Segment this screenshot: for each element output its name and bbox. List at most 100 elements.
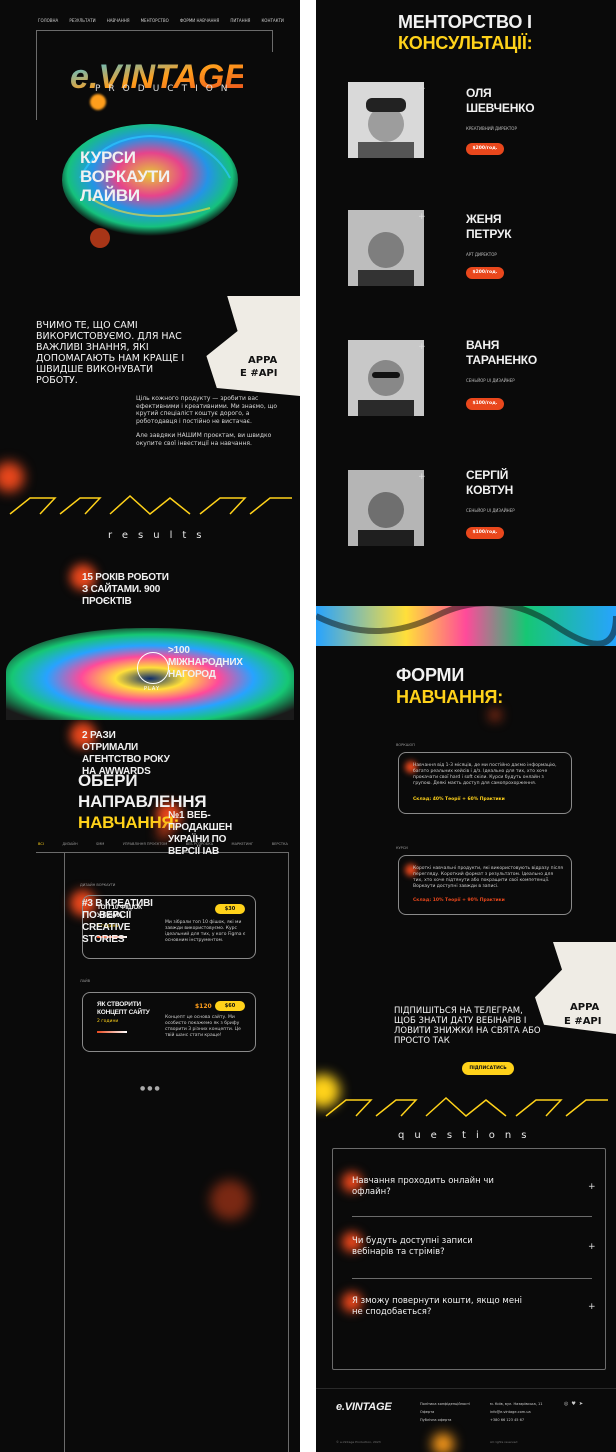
learning-form-card: Навчання від 1-3 місяців, де ми постійно… xyxy=(398,752,572,814)
result-stat-text: 15 РОКІВ РОБОТИ З САЙТАМИ. 900 ПРОЄКТІВ xyxy=(82,572,169,607)
course-group-label: ЛАЙВ xyxy=(80,979,91,983)
course-description: Концепт це основа сайту. Ми особисто пок… xyxy=(165,1015,241,1038)
mentor-price-button[interactable]: $200/год. xyxy=(466,143,504,155)
brand-tagline: PRODUCTION xyxy=(95,84,236,94)
mentor-name-line: КОВТУН xyxy=(466,483,514,497)
faq-divider xyxy=(352,1278,592,1279)
result-stat: 15 РОКІВ РОБОТИ З САЙТАМИ. 900 ПРОЄКТІВ xyxy=(70,564,172,608)
course-description: Ми зібрали топ 10 фішок, які ми завжди в… xyxy=(165,920,246,943)
mentor-avatar-icon xyxy=(348,470,424,546)
tab-all[interactable]: ВСІ xyxy=(38,842,44,846)
subscribe-text: ПІДПИШІТЬСЯ НА ТЕЛЕГРАМ, ЩОБ ЗНАТИ ДАТУ … xyxy=(394,1006,541,1046)
nav-item-forms[interactable]: ФОРМИ НАВЧАННЯ xyxy=(180,18,219,23)
hero-title-line: ВОРКАУТИ xyxy=(80,167,170,186)
mentor-name: СЕРГІЙ КОВТУН xyxy=(466,468,513,498)
courses-heading-line: НАПРАВЛЕННЯ xyxy=(78,792,207,811)
footer-contact[interactable]: info@e-vintage.com.ua xyxy=(490,1409,531,1415)
footer-copyright: © e-Vintage Production, 2023 xyxy=(336,1440,381,1444)
nav-item-courses[interactable]: НАВЧАННЯ xyxy=(107,18,130,23)
footer-link[interactable]: Оферта xyxy=(420,1409,434,1415)
footer-contact: м. Київ, вул. Назарівська, 11 xyxy=(490,1402,543,1406)
mentor-price-button[interactable]: $100/год. xyxy=(466,398,504,410)
hero-title-line: КУРСИ xyxy=(80,148,136,167)
course-card[interactable]: ЯК СТВОРИТИ КОНЦЕПТ САЙТУ $120 $60 2 год… xyxy=(82,992,256,1052)
landing-page-column-left: ГОЛОВНА РЕЗУЛЬТАТИ НАВЧАННЯ МЕНТОРСТВО Ф… xyxy=(0,0,300,1452)
mentor-name: ЖЕНЯ ПЕТРУК xyxy=(466,212,512,242)
mentor-name-line: СЕРГІЙ xyxy=(466,468,509,482)
tabs-frame-right xyxy=(288,852,289,1452)
mentor-photo xyxy=(348,340,424,416)
course-price-badge: $30 xyxy=(215,904,245,914)
faq-item[interactable]: Я зможу повернути кошти, якщо мені не сп… xyxy=(342,1292,522,1318)
script-lettering-graphic xyxy=(9,494,292,515)
course-old-price: $120 xyxy=(195,1003,212,1010)
about-paragraph: Але завдяки НАШИМ проєктам, ви швидко ок… xyxy=(136,432,272,447)
plus-icon: + xyxy=(418,342,426,352)
faq-question: Навчання проходить онлайн чи офлайн? xyxy=(352,1176,494,1197)
torn-paper-graphic xyxy=(206,296,300,396)
form-tag: ВОРКШОП xyxy=(396,743,415,747)
mentor-photo xyxy=(348,470,424,546)
tab-smm[interactable]: SMM xyxy=(96,842,104,846)
nav-item-contacts[interactable]: КОНТАКТИ xyxy=(261,18,283,23)
form-composition: Склад: 10% Теорії + 90% Практики xyxy=(413,898,505,903)
telegram-icon[interactable]: ➤ xyxy=(579,1401,586,1407)
mentor-price-button[interactable]: $100/год. xyxy=(466,527,504,539)
pagination-dots[interactable]: ●●● xyxy=(140,1085,162,1092)
result-stat-text: №1 ВЕБ-ПРОДАКШЕН УКРАЇНИ ПО ВЕРСІЇ IAB xyxy=(168,810,232,857)
landing-page-column-right: МЕНТОРСТВО І КОНСУЛЬТАЦІЇ: + ОЛЯ ШЕВЧЕНК… xyxy=(316,0,616,1452)
mentoring-heading-accent: КОНСУЛЬТАЦІЇ: xyxy=(398,33,533,53)
mentor-name: ВАНЯ ТАРАНЕНКО xyxy=(466,338,537,368)
faq-divider xyxy=(352,1216,592,1217)
mentor-photo xyxy=(348,210,424,286)
footer-contact[interactable]: +380 66 123 45 67 xyxy=(490,1417,524,1423)
decor-orb xyxy=(90,94,106,110)
torn-paper-text: APPA xyxy=(248,355,278,366)
script-lettering-graphic xyxy=(325,1096,608,1117)
twitter-icon[interactable]: ♥ xyxy=(571,1401,578,1407)
about-lead: ВЧИМО ТЕ, ЩО САМІ ВИКОРИСТОВУЄМО. ДЛЯ НА… xyxy=(36,320,185,386)
plus-icon[interactable]: + xyxy=(588,1242,596,1252)
plus-icon[interactable]: + xyxy=(588,1302,596,1312)
plus-icon[interactable]: + xyxy=(588,1182,596,1192)
mentor-name-line: ПЕТРУК xyxy=(466,227,512,241)
faq-item[interactable]: Чи будуть доступні записи вебінарів та с… xyxy=(342,1232,512,1258)
play-button[interactable] xyxy=(137,652,169,684)
footer-link[interactable]: Публічна оферта xyxy=(420,1417,451,1423)
course-duration: 2 години xyxy=(97,1019,119,1024)
tab-project-management[interactable]: УПРАВЛІННЯ ПРОЄКТОМ xyxy=(123,842,167,846)
play-label[interactable]: PLAY xyxy=(144,686,160,692)
forms-heading-line: ФОРМИ xyxy=(396,665,465,685)
footer: e.VINTAGE Політика конфіденційності Офер… xyxy=(316,1388,616,1452)
frame-line-left xyxy=(36,30,37,120)
tab-markup[interactable]: ВЕРСТКА xyxy=(272,842,288,846)
subscribe-button[interactable]: ПІДПИСАТИСЬ xyxy=(462,1062,514,1075)
plus-icon: + xyxy=(418,472,426,482)
mentor-name-line: ОЛЯ xyxy=(466,86,492,100)
nav-item-home[interactable]: ГОЛОВНА xyxy=(38,18,58,23)
questions-label: questions xyxy=(398,1130,537,1141)
mentor-name-line: ЖЕНЯ xyxy=(466,212,502,226)
tab-marketing[interactable]: МАРКЕТИНГ xyxy=(232,842,254,846)
form-description: Короткі навчальні продукти, які використ… xyxy=(413,866,563,889)
footer-link[interactable]: Політика конфіденційності xyxy=(420,1401,470,1407)
forms-heading: ФОРМИ НАВЧАННЯ: xyxy=(396,664,503,708)
tabs-line xyxy=(36,852,288,853)
top-nav: ГОЛОВНА РЕЗУЛЬТАТИ НАВЧАННЯ МЕНТОРСТВО Ф… xyxy=(38,18,284,23)
mentor-name-line: ВАНЯ xyxy=(466,338,500,352)
course-card-title: ЯК СТВОРИТИ КОНЦЕПТ САЙТУ xyxy=(97,1001,150,1016)
result-stat: №1 ВЕБ-ПРОДАКШЕН УКРАЇНИ ПО ВЕРСІЇ IAB xyxy=(156,802,258,858)
torn-paper-text: E #API xyxy=(240,368,278,379)
nav-item-questions[interactable]: ПИТАННЯ xyxy=(230,18,250,23)
nav-item-results[interactable]: РЕЗУЛЬТАТИ xyxy=(69,18,95,23)
faq-item[interactable]: Навчання проходить онлайн чи офлайн? xyxy=(342,1172,502,1198)
footer-logo[interactable]: e.VINTAGE xyxy=(336,1401,392,1413)
mentor-price-button[interactable]: $200/год. xyxy=(466,267,504,279)
nav-line xyxy=(36,30,272,31)
plus-icon: + xyxy=(418,212,426,222)
nav-item-mentoring[interactable]: МЕНТОРСТВО xyxy=(141,18,169,23)
tab-design[interactable]: ДИЗАЙН xyxy=(62,842,77,846)
learning-form-card: Короткі навчальні продукти, які використ… xyxy=(398,855,572,915)
mentor-role: СЕНЬЙОР UI ДИЗАЙНЕР xyxy=(466,378,515,383)
form-composition: Склад: 40% Теорії + 60% Практики xyxy=(413,797,505,802)
